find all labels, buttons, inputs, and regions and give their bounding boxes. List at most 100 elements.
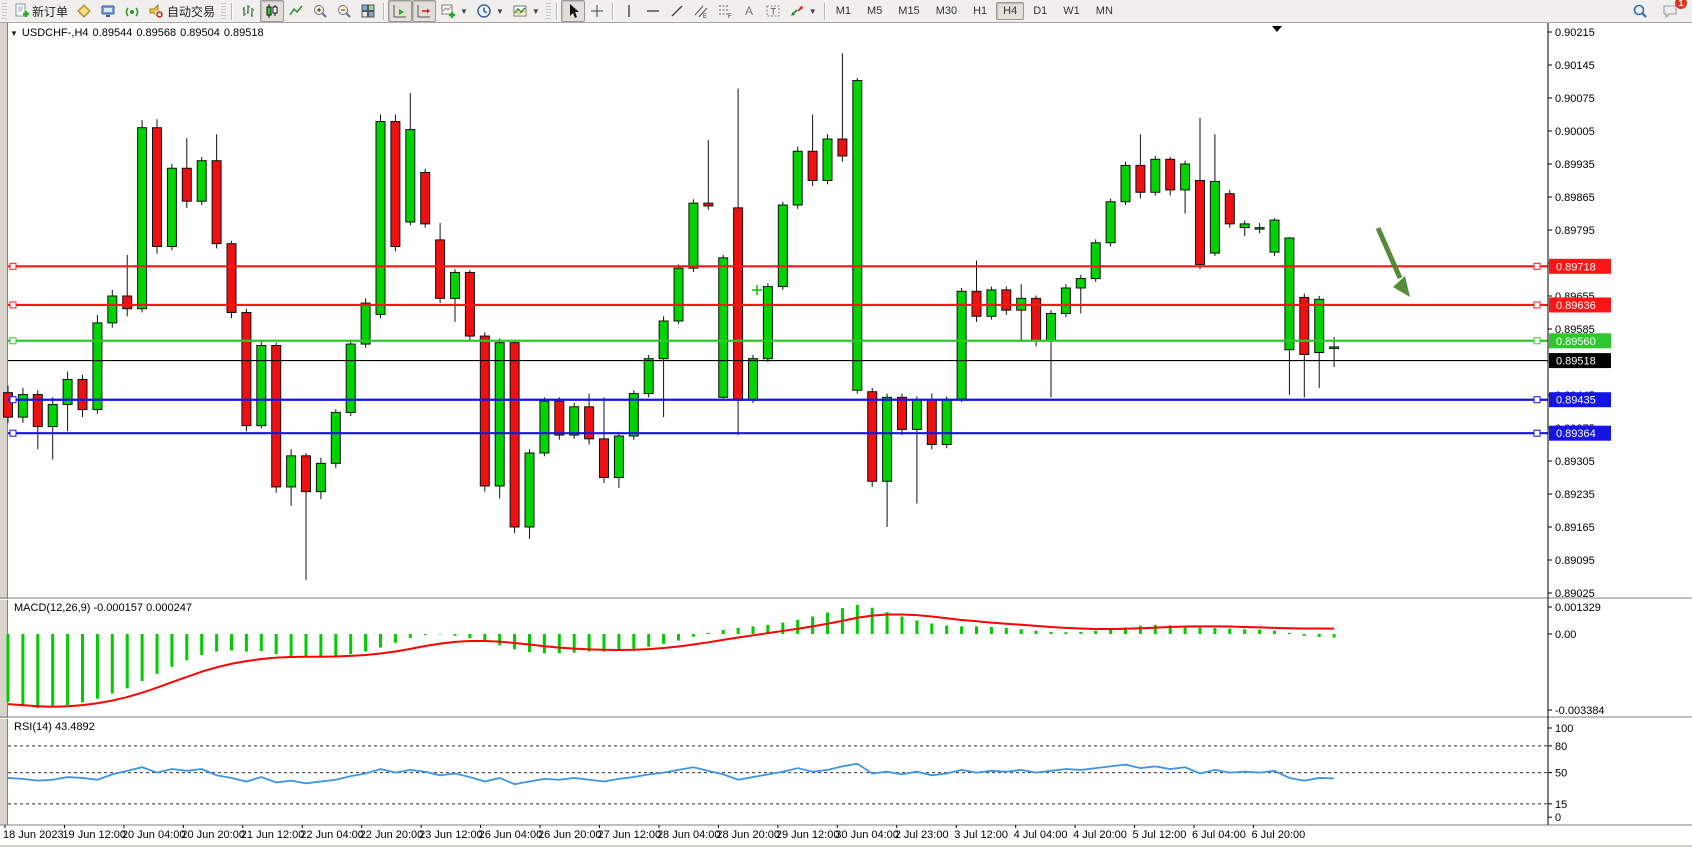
- time-axis-label: 30 Jun 04:00: [835, 829, 899, 841]
- macd-scale-label: -0.003384: [1555, 705, 1605, 717]
- search-button[interactable]: [1628, 0, 1652, 22]
- text-label-tool-button[interactable]: T: [761, 0, 785, 22]
- line-handle[interactable]: [1534, 338, 1540, 344]
- chevron-down-icon: ▼: [460, 7, 468, 16]
- rsi-scale-label: 0: [1555, 812, 1561, 824]
- candle: [689, 203, 698, 268]
- price-tick-label: 0.89095: [1555, 555, 1595, 567]
- trendline-tool-button[interactable]: [665, 0, 689, 22]
- expand-caret-icon[interactable]: ▼: [10, 29, 18, 38]
- price-line-label: 0.89364: [1556, 428, 1596, 440]
- zoom-in-icon: [312, 3, 328, 19]
- line-chart-mode-button[interactable]: [284, 0, 308, 22]
- candle: [316, 463, 325, 491]
- auto-trading-icon: [148, 3, 164, 19]
- time-axis-label: 26 Jun 20:00: [538, 829, 602, 841]
- candle: [1121, 165, 1130, 201]
- zoom-in-button[interactable]: [308, 0, 332, 22]
- new-chart-button[interactable]: ▼: [436, 0, 472, 22]
- candle: [600, 439, 609, 478]
- candle: [1002, 290, 1011, 310]
- candle: [1285, 238, 1294, 350]
- fibonacci-tool-button[interactable]: F: [713, 0, 737, 22]
- text-tool-button[interactable]: A: [737, 0, 761, 22]
- auto-scroll-icon: [392, 3, 408, 19]
- time-axis-label: 27 Jun 12:00: [598, 829, 662, 841]
- line-handle[interactable]: [1534, 430, 1540, 436]
- candle: [257, 346, 266, 426]
- svg-text:T: T: [770, 7, 776, 17]
- price-tick-label: 0.89025: [1555, 588, 1595, 600]
- timeframe-mn[interactable]: MN: [1089, 2, 1120, 20]
- tile-windows-button[interactable]: [356, 0, 380, 22]
- candlestick-mode-button[interactable]: [260, 0, 284, 22]
- candle: [868, 392, 877, 482]
- period-button[interactable]: ▼: [472, 0, 508, 22]
- candle: [376, 122, 385, 315]
- auto-trading-button[interactable]: 自动交易: [144, 0, 219, 22]
- toolbar-grip[interactable]: [221, 3, 226, 20]
- line-handle[interactable]: [1534, 263, 1540, 269]
- candle: [763, 287, 772, 359]
- candle: [451, 272, 460, 298]
- candle: [644, 359, 653, 394]
- zoom-out-button[interactable]: [332, 0, 356, 22]
- price-tick-label: 0.89865: [1555, 192, 1595, 204]
- macd-indicator-label: MACD(12,26,9) -0.000157 0.000247: [14, 602, 192, 614]
- time-axis-label: 5 Jul 12:00: [1133, 829, 1187, 841]
- timeframe-m30[interactable]: M30: [929, 2, 964, 20]
- signal-button[interactable]: [120, 0, 144, 22]
- timeframe-w1[interactable]: W1: [1056, 2, 1087, 20]
- timeframe-m15[interactable]: M15: [891, 2, 926, 20]
- tile-windows-icon: [360, 3, 376, 19]
- timeframe-m1[interactable]: M1: [829, 2, 858, 20]
- line-handle[interactable]: [10, 397, 16, 403]
- chart-header: ▼ USDCHF-,H4 0.89544 0.89568 0.89504 0.8…: [10, 27, 264, 39]
- line-handle[interactable]: [1534, 397, 1540, 403]
- timeframe-d1[interactable]: D1: [1026, 2, 1054, 20]
- timeframe-h4[interactable]: H4: [996, 2, 1024, 20]
- notifications-button[interactable]: 1: [1658, 0, 1682, 22]
- chart-shift-button[interactable]: [412, 0, 436, 22]
- market-watch-button[interactable]: [72, 0, 96, 22]
- crosshair-tool-button[interactable]: [585, 0, 609, 22]
- clock-icon: [476, 3, 492, 19]
- vertical-line-tool-button[interactable]: [617, 0, 641, 22]
- line-handle[interactable]: [10, 263, 16, 269]
- timeframe-m5[interactable]: M5: [860, 2, 889, 20]
- auto-scroll-button[interactable]: [388, 0, 412, 22]
- crosshair-icon: [589, 3, 605, 19]
- line-handle[interactable]: [10, 430, 16, 436]
- candle: [525, 453, 534, 527]
- time-axis-label: 18 Jun 2023: [3, 829, 64, 841]
- candle: [1225, 194, 1234, 224]
- rsi-indicator-label: RSI(14) 43.4892: [14, 721, 95, 733]
- candle: [510, 343, 519, 527]
- cursor-icon: [565, 3, 581, 19]
- candle: [853, 81, 862, 391]
- chart-open-value: 0.89544: [93, 27, 133, 39]
- line-handle[interactable]: [1534, 302, 1540, 308]
- timeframe-h1[interactable]: H1: [966, 2, 994, 20]
- indicators-button[interactable]: ▼: [508, 0, 544, 22]
- indicators-icon: [512, 3, 528, 19]
- bar-chart-mode-button[interactable]: [236, 0, 260, 22]
- candle: [406, 130, 415, 222]
- candle: [197, 161, 206, 202]
- toolbar-grip[interactable]: [2, 3, 7, 20]
- candle: [1210, 181, 1219, 253]
- svg-text:F: F: [728, 14, 732, 19]
- arrows-tool-button[interactable]: ▼: [785, 0, 821, 22]
- line-handle[interactable]: [10, 302, 16, 308]
- chart-canvas[interactable]: 0.902150.901450.900750.900050.899350.898…: [0, 0, 1692, 847]
- toolbar-grip[interactable]: [546, 3, 551, 20]
- terminal-button[interactable]: [96, 0, 120, 22]
- horizontal-line-tool-button[interactable]: [641, 0, 665, 22]
- cursor-tool-button[interactable]: [561, 0, 585, 22]
- channel-tool-button[interactable]: E: [689, 0, 713, 22]
- new-order-button[interactable]: 新订单: [9, 0, 72, 22]
- new-chart-icon: [440, 3, 456, 19]
- candle: [123, 296, 132, 309]
- line-handle[interactable]: [10, 338, 16, 344]
- candle: [167, 168, 176, 246]
